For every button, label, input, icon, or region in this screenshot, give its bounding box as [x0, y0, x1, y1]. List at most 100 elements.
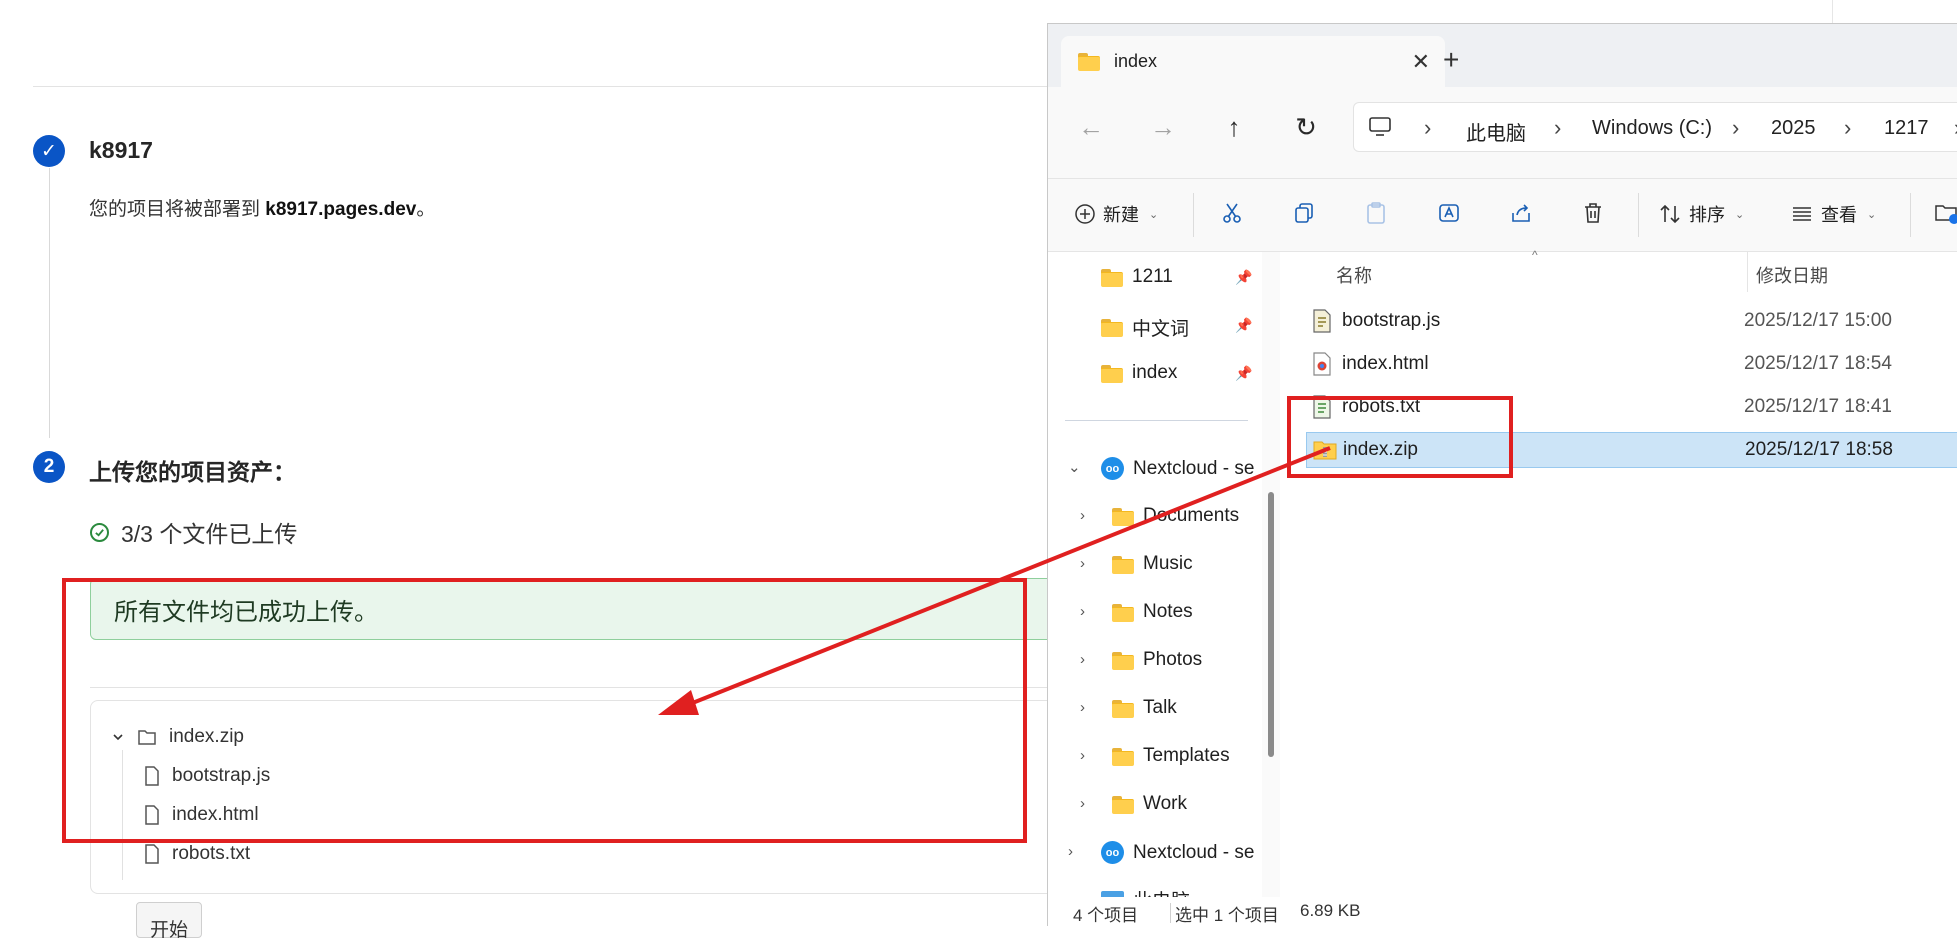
back-arrow-icon[interactable]: ←	[1073, 112, 1109, 143]
paste-icon	[1367, 202, 1385, 224]
folder-icon	[1078, 53, 1100, 71]
copy-button[interactable]	[1292, 201, 1316, 225]
tree-item[interactable]: robots.txt	[144, 843, 250, 865]
toolbar-divider	[1193, 193, 1194, 237]
breadcrumb-chevron-icon: ›	[1554, 115, 1562, 140]
quick-access-item[interactable]: 1211	[1101, 266, 1173, 288]
file-row[interactable]: index.html 2025/12/17 18:54	[1306, 346, 1957, 382]
view-button[interactable]: 查看 ⌄	[1790, 201, 1876, 227]
chevron-right-icon[interactable]: ›	[1080, 699, 1085, 716]
nav-item-label: Work	[1143, 793, 1187, 814]
breadcrumb-item[interactable]: 此电脑	[1466, 117, 1526, 146]
column-header-modified[interactable]: 修改日期	[1756, 262, 1828, 288]
more-actions-button[interactable]	[1934, 201, 1957, 225]
nextcloud-folder[interactable]: Notes	[1112, 601, 1193, 623]
nextcloud-folder[interactable]: Work	[1112, 793, 1187, 815]
paste-button[interactable]	[1364, 201, 1388, 225]
up-arrow-icon[interactable]: ↑	[1216, 112, 1252, 143]
section-divider	[90, 687, 1090, 688]
chevron-right-icon[interactable]: ›	[1080, 555, 1085, 572]
project-domain: k8917.pages.dev	[265, 199, 417, 220]
step2-number: 2	[33, 451, 65, 483]
share-button[interactable]	[1509, 201, 1533, 225]
start-button[interactable]: 开始	[136, 902, 202, 941]
file-row-selected[interactable]: index.zip 2025/12/17 18:58	[1306, 432, 1957, 468]
nav-divider	[1065, 420, 1248, 421]
close-tab-icon[interactable]: ✕	[1412, 49, 1430, 75]
nextcloud-icon: oo	[1101, 457, 1124, 480]
navigation-bar: ← → ↑ ↻ › 此电脑 › Windows (C:) › 2025 › 12…	[1048, 87, 1957, 179]
file-date: 2025/12/17 18:58	[1745, 439, 1893, 460]
quick-access-item[interactable]: index	[1101, 362, 1177, 384]
new-label: 新建	[1103, 205, 1139, 225]
quick-access-item[interactable]: 中文词	[1101, 314, 1189, 341]
txt-file-icon	[1313, 395, 1331, 419]
refresh-icon[interactable]: ↻	[1288, 112, 1324, 143]
status-divider	[1170, 903, 1171, 923]
tree-item-label: bootstrap.js	[172, 765, 271, 786]
tree-item-label: index.html	[172, 804, 259, 825]
folder-icon	[1112, 555, 1134, 574]
sort-ascending-icon: ^	[1532, 248, 1538, 262]
column-header-name[interactable]: 名称	[1336, 262, 1372, 288]
nextcloud-folder[interactable]: Talk	[1112, 697, 1177, 719]
file-outline-icon	[145, 844, 159, 864]
tree-item[interactable]: bootstrap.js	[144, 765, 270, 787]
forward-arrow-icon[interactable]: →	[1145, 112, 1181, 143]
selected-size: 6.89 KB	[1300, 901, 1361, 920]
nextcloud-item[interactable]: oo Nextcloud - se	[1101, 841, 1254, 864]
computer-icon	[1369, 117, 1391, 136]
file-row[interactable]: robots.txt 2025/12/17 18:41	[1306, 389, 1957, 425]
nextcloud-folder[interactable]: Documents	[1112, 505, 1239, 527]
scrollbar-thumb[interactable]	[1268, 492, 1274, 757]
breadcrumb-item[interactable]: 1217	[1884, 117, 1929, 140]
command-bar: 新建 ⌄ 排序 ⌄ 查看 ⌄	[1048, 179, 1957, 252]
chevron-right-icon[interactable]: ›	[1080, 651, 1085, 668]
breadcrumb-item[interactable]: Windows (C:)	[1592, 117, 1712, 140]
scissors-icon	[1223, 203, 1241, 223]
chevron-right-icon[interactable]: ›	[1080, 747, 1085, 764]
file-row[interactable]: bootstrap.js 2025/12/17 15:00	[1306, 303, 1957, 339]
rename-button[interactable]	[1437, 201, 1461, 225]
pin-icon: 📌	[1235, 269, 1253, 285]
tree-item[interactable]: index.html	[144, 804, 259, 826]
step2-title: 上传您的项目资产：	[89, 459, 296, 485]
chevron-down-icon[interactable]: ⌄	[1068, 458, 1081, 476]
chevron-right-icon[interactable]: ›	[1068, 843, 1073, 860]
delete-button[interactable]	[1581, 201, 1605, 225]
nav-item-label: index	[1132, 362, 1178, 383]
tab-index[interactable]: index ✕	[1061, 36, 1445, 87]
chevron-down-icon[interactable]	[111, 730, 125, 744]
file-name: index.html	[1342, 353, 1429, 374]
zip-file-icon	[1313, 441, 1337, 460]
address-bar[interactable]: › 此电脑 › Windows (C:) › 2025 › 1217 ›	[1353, 102, 1957, 152]
folder-icon	[1112, 507, 1134, 526]
nav-item-label: Photos	[1143, 649, 1203, 670]
plus-circle-icon	[1075, 204, 1095, 224]
new-button[interactable]: 新建 ⌄	[1074, 201, 1158, 227]
nextcloud-folder[interactable]: Music	[1112, 553, 1193, 575]
cut-button[interactable]	[1220, 201, 1244, 225]
chevron-right-icon[interactable]: ›	[1080, 795, 1085, 812]
nav-item-label: Music	[1143, 553, 1193, 574]
nextcloud-folder[interactable]: Photos	[1112, 649, 1202, 671]
rename-icon	[1439, 204, 1459, 222]
column-divider[interactable]	[1747, 252, 1748, 292]
breadcrumb-item[interactable]: 2025	[1771, 117, 1816, 140]
share-icon	[1512, 204, 1530, 222]
tree-item-root[interactable]: index.zip	[111, 726, 244, 748]
nav-item-label: 1211	[1132, 266, 1173, 287]
sort-button[interactable]: 排序 ⌄	[1658, 201, 1744, 227]
new-tab-button[interactable]: +	[1443, 44, 1459, 76]
chevron-right-icon[interactable]: ›	[1080, 507, 1085, 524]
nextcloud-folder[interactable]: Templates	[1112, 745, 1230, 767]
nextcloud-item[interactable]: oo Nextcloud - se	[1101, 457, 1254, 480]
nav-item-label: Nextcloud - se	[1133, 841, 1255, 863]
tree-item-label: robots.txt	[172, 843, 251, 864]
tab-title: index	[1114, 51, 1158, 71]
tree-guide-line	[122, 750, 123, 880]
chevron-right-icon[interactable]: ›	[1080, 603, 1085, 620]
sort-arrows-icon	[1660, 204, 1680, 224]
toolbar-divider	[1638, 193, 1639, 237]
folder-outline-icon	[138, 730, 156, 745]
